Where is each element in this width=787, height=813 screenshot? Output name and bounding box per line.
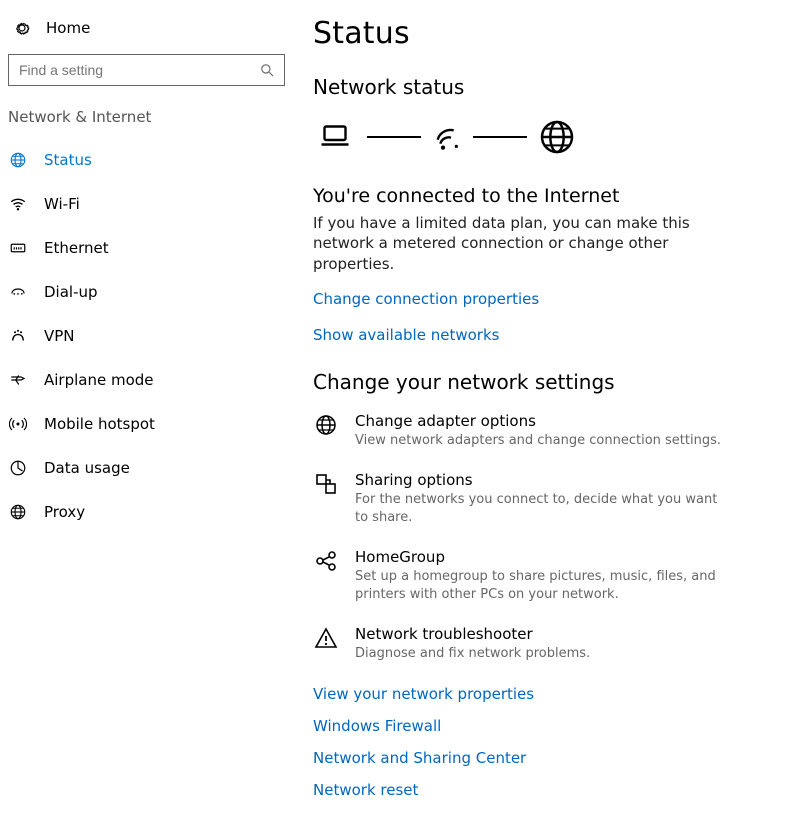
dialup-icon [8,282,28,302]
vpn-icon [8,326,28,346]
setting-title: Network troubleshooter [355,625,590,643]
home-button[interactable]: Home [8,14,293,50]
setting-sharing-options[interactable]: Sharing options For the networks you conn… [313,471,733,526]
sidebar-item-status[interactable]: Status [8,138,293,182]
sidebar-item-vpn[interactable]: VPN [8,314,293,358]
diagram-line [473,136,527,138]
sidebar-item-label: Wi-Fi [44,195,80,213]
link-view-your-network-properties[interactable]: View your network properties [313,685,765,703]
sidebar-item-label: Status [44,151,92,169]
setting-title: Change adapter options [355,412,721,430]
link-network-reset[interactable]: Network reset [313,781,765,799]
laptop-icon [313,119,357,155]
sidebar-item-dial-up[interactable]: Dial-up [8,270,293,314]
globe-icon [537,117,577,157]
link-network-and-sharing-center[interactable]: Network and Sharing Center [313,749,765,767]
search-field-wrap [8,54,285,86]
sidebar-item-label: Dial-up [44,283,98,301]
setting-network-troubleshooter[interactable]: Network troubleshooter Diagnose and fix n… [313,625,733,663]
sidebar-item-label: Mobile hotspot [44,415,155,433]
connected-body: If you have a limited data plan, you can… [313,213,693,274]
section-title: Network & Internet [8,108,293,138]
wifi-icon [431,121,463,153]
setting-title: Sharing options [355,471,733,489]
hotspot-icon [8,414,28,434]
setting-desc: View network adapters and change connect… [355,432,721,450]
setting-desc: For the networks you connect to, decide … [355,491,733,526]
setting-title: HomeGroup [355,548,733,566]
airplane-icon [8,370,28,390]
connection-diagram [313,117,765,157]
page-title: Status [313,16,765,51]
sidebar-item-label: VPN [44,327,75,345]
link-windows-firewall[interactable]: Windows Firewall [313,717,765,735]
link-show-available-networks[interactable]: Show available networks [313,326,765,344]
wifi-icon [8,194,28,214]
setting-homegroup[interactable]: HomeGroup Set up a homegroup to share pic… [313,548,733,603]
sidebar-item-ethernet[interactable]: Ethernet [8,226,293,270]
setting-desc: Diagnose and fix network problems. [355,645,590,663]
sidebar-item-label: Proxy [44,503,85,521]
sidebar-item-label: Ethernet [44,239,109,257]
trouble-icon [313,625,339,651]
sidebar-item-label: Data usage [44,459,130,477]
network-status-heading: Network status [313,75,765,99]
sidebar-item-airplane-mode[interactable]: Airplane mode [8,358,293,402]
homegroup-icon [313,548,339,574]
connected-title: You're connected to the Internet [313,185,765,207]
search-input[interactable] [8,54,285,86]
sidebar-item-data-usage[interactable]: Data usage [8,446,293,490]
status-icon [8,150,28,170]
link-change-connection-properties[interactable]: Change connection properties [313,290,765,308]
diagram-line [367,136,421,138]
adapter-icon [313,412,339,438]
search-icon [257,60,277,80]
ethernet-icon [8,238,28,258]
home-label: Home [46,19,90,37]
sidebar-item-wi-fi[interactable]: Wi-Fi [8,182,293,226]
proxy-icon [8,502,28,522]
sidebar-item-mobile-hotspot[interactable]: Mobile hotspot [8,402,293,446]
sharing-icon [313,471,339,497]
sidebar-item-label: Airplane mode [44,371,154,389]
change-settings-heading: Change your network settings [313,370,765,394]
setting-change-adapter-options[interactable]: Change adapter options View network adapt… [313,412,733,450]
setting-desc: Set up a homegroup to share pictures, mu… [355,568,733,603]
gear-icon [12,18,32,38]
datausage-icon [8,458,28,478]
sidebar-item-proxy[interactable]: Proxy [8,490,293,534]
